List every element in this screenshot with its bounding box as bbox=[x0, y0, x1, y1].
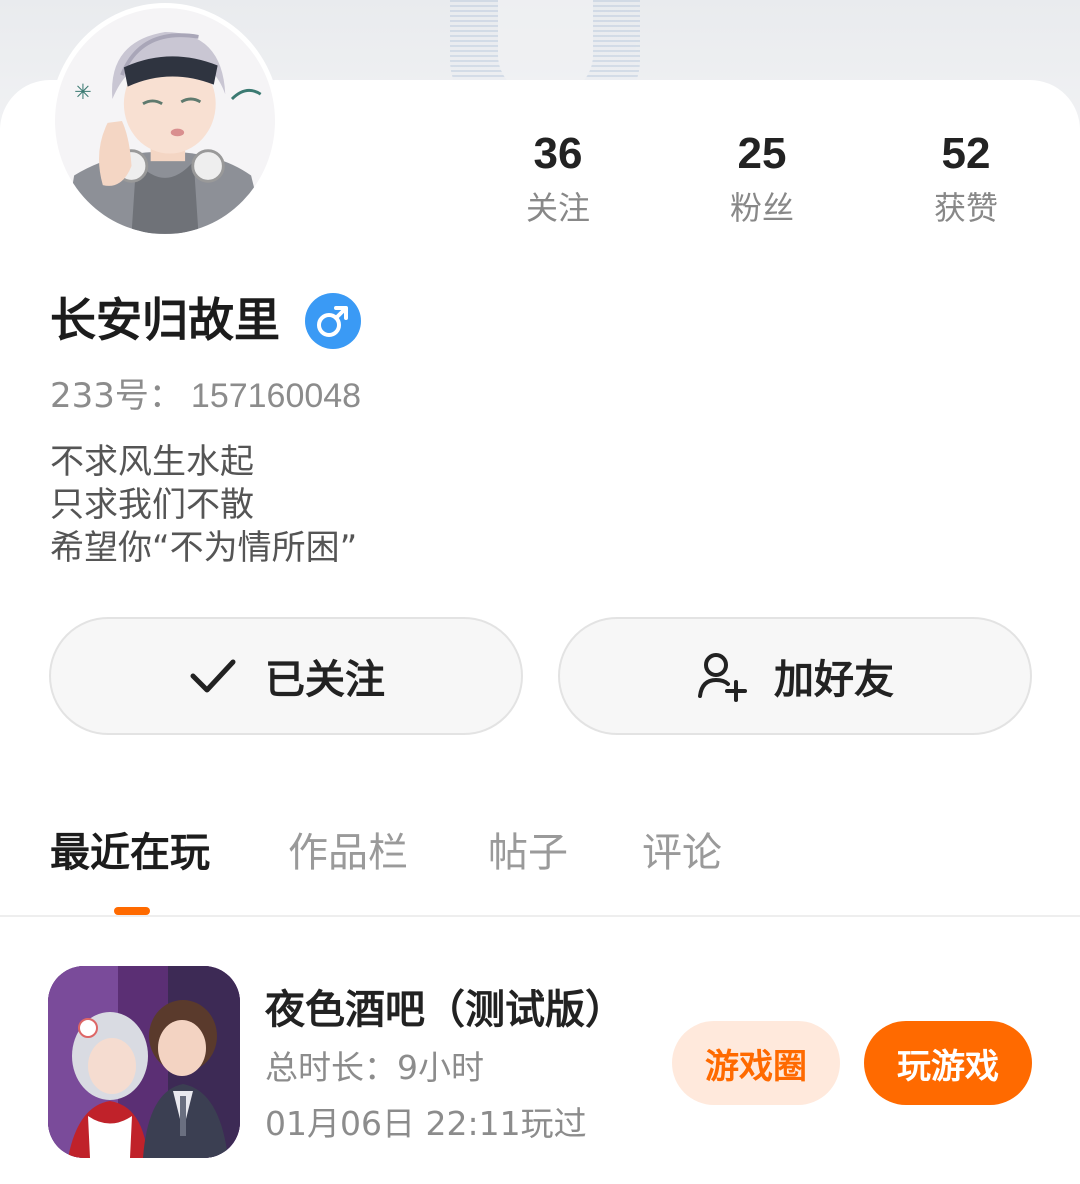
game-circle-button[interactable]: 游戏圈 bbox=[672, 1021, 840, 1105]
followed-button-label: 已关注 bbox=[265, 657, 385, 703]
active-tab-indicator bbox=[114, 907, 150, 915]
fans-label: 粉丝 bbox=[729, 189, 794, 227]
tab-works[interactable]: 作品栏 bbox=[288, 828, 408, 878]
tab-recently-played[interactable]: 最近在玩 bbox=[50, 828, 210, 878]
game-playtime: 总时长：9小时 bbox=[265, 1048, 484, 1087]
game-icon-illustration bbox=[48, 966, 240, 1158]
game-last-played: 01月06日 22:11玩过 bbox=[265, 1104, 587, 1143]
checkmark-icon bbox=[187, 650, 239, 702]
user-id: 233号： 157160048 bbox=[50, 375, 361, 417]
play-game-button[interactable]: 玩游戏 bbox=[864, 1021, 1032, 1105]
male-icon bbox=[305, 293, 361, 349]
user-id-label: 233号： bbox=[50, 376, 183, 416]
stat-likes[interactable]: 52 获赞 bbox=[886, 128, 1046, 228]
tab-comments[interactable]: 评论 bbox=[642, 828, 722, 878]
following-count: 36 bbox=[533, 129, 583, 178]
add-friend-button[interactable]: 加好友 bbox=[558, 617, 1032, 735]
followed-button[interactable]: 已关注 bbox=[49, 617, 523, 735]
add-friend-button-label: 加好友 bbox=[774, 657, 894, 703]
likes-label: 获赞 bbox=[933, 189, 998, 227]
stat-fans[interactable]: 25 粉丝 bbox=[682, 128, 842, 228]
avatar[interactable]: ✳ bbox=[50, 3, 280, 239]
game-icon[interactable] bbox=[48, 966, 240, 1158]
tab-posts[interactable]: 帖子 bbox=[488, 828, 568, 878]
profile-name: 长安归故里 bbox=[50, 293, 280, 347]
add-user-icon bbox=[696, 650, 748, 702]
profile-bio: 不求风生水起 只求我们不散 希望你“不为情所困” bbox=[50, 441, 357, 570]
stat-following[interactable]: 36 关注 bbox=[478, 128, 638, 228]
avatar-illustration: ✳ bbox=[55, 8, 275, 234]
bio-line: 希望你“不为情所困” bbox=[50, 528, 358, 568]
bio-line: 不求风生水起 bbox=[50, 442, 254, 482]
svg-text:✳: ✳ bbox=[74, 79, 92, 104]
tabs-divider bbox=[0, 915, 1080, 917]
bio-line: 只求我们不散 bbox=[50, 485, 254, 525]
user-id-value: 157160048 bbox=[190, 377, 362, 415]
following-label: 关注 bbox=[525, 189, 590, 227]
likes-count: 52 bbox=[941, 129, 991, 178]
fans-count: 25 bbox=[737, 129, 787, 178]
game-title[interactable]: 夜色酒吧（测试版） bbox=[265, 985, 625, 1035]
